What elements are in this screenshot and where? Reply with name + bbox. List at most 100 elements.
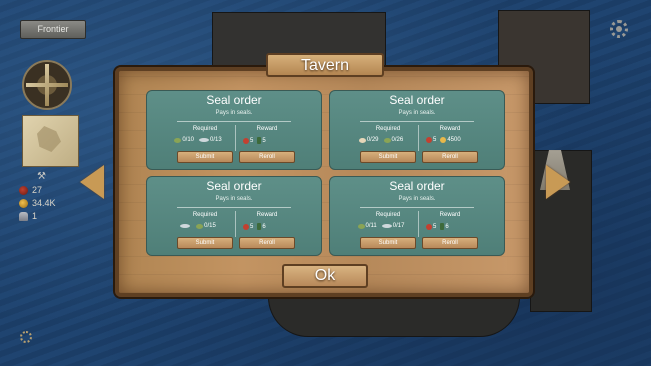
clam-icon: [358, 137, 366, 143]
divider: [235, 211, 236, 237]
order-title: Seal order: [206, 179, 262, 193]
order-title: Seal order: [389, 179, 445, 193]
divider: [360, 207, 474, 208]
herb-icon: [196, 223, 204, 229]
order-card: Seal order Pays in seals. Required Rewar…: [329, 176, 505, 256]
divider: [235, 125, 236, 151]
required-label: Required: [375, 126, 401, 132]
world-map-thumbnail[interactable]: [22, 115, 79, 167]
required-items: 0/11 0/17: [346, 223, 416, 229]
reward-items: 5 6: [422, 223, 496, 230]
order-title: Seal order: [389, 93, 445, 107]
reroll-button[interactable]: Reroll: [239, 237, 295, 249]
required-items: 0/10 0/13: [163, 137, 233, 143]
coin-icon: [440, 137, 447, 143]
divider: [177, 207, 291, 208]
required-item: 0/11: [357, 223, 377, 229]
divider: [418, 125, 419, 151]
divider: [177, 121, 291, 122]
item-count: 5: [433, 223, 437, 230]
submit-button[interactable]: Submit: [360, 237, 416, 249]
herb-icon: [174, 137, 182, 143]
required-label: Required: [192, 126, 218, 132]
required-item: 0/29: [358, 137, 379, 143]
submit-button[interactable]: Submit: [177, 237, 233, 249]
item-count: 4500: [447, 137, 461, 143]
seal-icon: [19, 185, 28, 195]
reward-label: Reward: [439, 126, 461, 132]
bottle-icon: [440, 223, 445, 230]
frontier-button[interactable]: Frontier: [20, 20, 86, 39]
seal-icon: [426, 137, 432, 143]
required-item: 0/15: [196, 223, 216, 229]
reward-item: 6: [440, 223, 449, 230]
tool-icon[interactable]: ⚒: [37, 172, 47, 182]
divider: [418, 211, 419, 237]
herb-icon: [383, 137, 391, 143]
order-card: Seal order Pays in seals. Required Rewar…: [146, 176, 322, 256]
bottle-icon: [257, 223, 262, 230]
required-label: Required: [375, 212, 401, 218]
resource-coins: 34.4K: [19, 198, 56, 208]
coin-icon: [19, 198, 28, 208]
required-items: 0/29 0/26: [346, 137, 416, 143]
fish-icon: [180, 224, 191, 228]
settings-gear-icon[interactable]: [610, 20, 628, 38]
resource-population: 1: [19, 211, 37, 221]
resource-value: 1: [32, 211, 38, 221]
required-item: [180, 223, 191, 229]
bottle-icon: [257, 137, 262, 144]
resource-value: 34.4K: [32, 198, 56, 208]
item-count: 6: [262, 223, 266, 230]
reward-item: 5: [426, 223, 436, 230]
cog-icon[interactable]: [20, 331, 32, 343]
order-card: Seal order Pays in seals. Required Rewar…: [329, 90, 505, 170]
reward-item: 6: [257, 223, 266, 230]
required-item: 0/17: [381, 223, 405, 229]
item-count: 6: [445, 223, 449, 230]
ok-button[interactable]: Ok: [282, 264, 368, 288]
required-item: 0/13: [199, 137, 222, 143]
reroll-button[interactable]: Reroll: [422, 151, 478, 163]
prev-page-arrow-icon[interactable]: [80, 165, 104, 199]
reroll-button[interactable]: Reroll: [422, 237, 478, 249]
reward-item: 5: [257, 137, 266, 144]
reward-item: 5: [243, 223, 253, 230]
next-page-arrow-icon[interactable]: [546, 165, 570, 199]
order-subtitle: Pays in seals.: [398, 196, 436, 202]
reward-item: 4500: [440, 137, 461, 143]
required-item: 0/26: [383, 137, 404, 143]
reward-label: Reward: [439, 212, 461, 218]
required-label: Required: [192, 212, 218, 218]
resource-value: 27: [32, 185, 43, 195]
herb-icon: [357, 223, 365, 229]
order-subtitle: Pays in seals.: [215, 110, 253, 116]
item-count: 0/15: [204, 223, 216, 229]
reward-label: Reward: [256, 126, 278, 132]
required-items: 0/15: [163, 223, 233, 229]
divider: [360, 121, 474, 122]
item-count: 5: [433, 137, 437, 143]
item-count: 0/17: [392, 223, 405, 229]
item-count: 5: [250, 223, 254, 230]
submit-button[interactable]: Submit: [177, 151, 233, 163]
reroll-button[interactable]: Reroll: [239, 151, 295, 163]
tavern-title: Tavern: [266, 53, 384, 77]
item-count: 5: [250, 137, 254, 144]
seal-icon: [243, 223, 249, 230]
item-count: 0/26: [391, 137, 404, 143]
item-count: 0/11: [365, 223, 377, 229]
required-item: 0/10: [174, 137, 194, 143]
item-count: 0/29: [366, 137, 379, 143]
seal-icon: [426, 223, 432, 230]
dock-structure: [268, 295, 520, 337]
reward-label: Reward: [256, 212, 278, 218]
reward-item: 5: [426, 137, 436, 143]
seal-icon: [243, 137, 249, 144]
fish-icon: [381, 224, 392, 228]
compass-icon[interactable]: [22, 60, 72, 110]
order-subtitle: Pays in seals.: [398, 110, 436, 116]
resource-seals: 27: [19, 185, 42, 195]
submit-button[interactable]: Submit: [360, 151, 416, 163]
order-card: Seal order Pays in seals. Required Rewar…: [146, 90, 322, 170]
